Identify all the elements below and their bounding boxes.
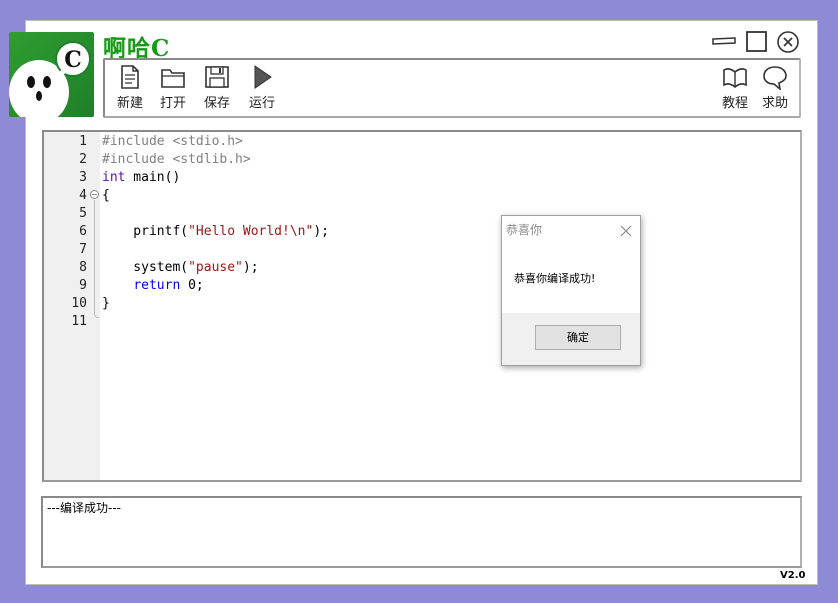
code-line: system("pause");: [102, 259, 259, 277]
code-editor[interactable]: 1 2 3 4 5 6 7 8 9 10 11 − #include <stdi…: [42, 130, 802, 482]
dialog-message: 恭喜你编译成功!: [514, 272, 596, 285]
code-line: #include <stdlib.h>: [102, 152, 251, 167]
toolbar: 新建 打开 保存 运行 教程 求助: [103, 58, 801, 118]
line-number: 11: [71, 314, 87, 329]
help-label: 求助: [761, 96, 788, 111]
line-number: 10: [71, 296, 87, 311]
help-button[interactable]: 求助: [755, 64, 795, 114]
line-number: 9: [79, 278, 87, 293]
code-keyword: return: [133, 278, 181, 293]
save-button[interactable]: 保存: [197, 64, 237, 114]
dialog-close-icon[interactable]: [620, 222, 632, 237]
line-number: 5: [79, 206, 87, 221]
code-line: printf("Hello World!\n");: [102, 223, 329, 241]
code-text: main(): [125, 170, 181, 185]
line-number: 1: [79, 134, 87, 149]
minimize-icon[interactable]: [712, 31, 736, 53]
maximize-icon[interactable]: [745, 31, 769, 53]
code-line: return 0;: [102, 277, 204, 295]
line-number: 8: [79, 260, 87, 275]
fold-guide: [94, 200, 95, 314]
code-text: );: [242, 260, 259, 275]
dialog-title: 恭喜你: [506, 223, 543, 237]
code-line: }: [102, 296, 110, 311]
code-string: "pause": [188, 260, 243, 275]
app-logo: C: [9, 32, 94, 117]
fold-toggle-icon[interactable]: −: [90, 190, 99, 199]
code-text: );: [313, 224, 329, 239]
code-text: system(: [102, 260, 189, 275]
close-icon[interactable]: [776, 31, 800, 53]
tutorial-label: 教程: [721, 96, 748, 111]
code-line: #include <stdio.h>: [102, 134, 243, 149]
open-file-button[interactable]: 打开: [153, 64, 193, 114]
version-label: V2.0: [780, 570, 806, 581]
code-text: 0;: [180, 278, 204, 293]
new-file-icon: [121, 65, 139, 89]
new-file-label: 新建: [116, 96, 143, 111]
new-file-button[interactable]: 新建: [110, 64, 150, 114]
dialog-footer: 确定: [502, 313, 640, 365]
line-number: 4: [79, 188, 87, 203]
run-label: 运行: [248, 96, 275, 111]
save-icon: [205, 66, 229, 88]
save-label: 保存: [203, 96, 230, 111]
success-dialog: 恭喜你 恭喜你编译成功! 确定: [501, 215, 641, 366]
run-icon: [254, 65, 272, 89]
output-text: ---编译成功---: [47, 501, 121, 515]
code-string: "Hello World!\n": [188, 224, 314, 239]
folder-icon: [161, 69, 185, 88]
line-number: 3: [79, 170, 87, 185]
open-file-label: 打开: [159, 96, 186, 111]
code-line: {: [102, 188, 110, 203]
output-panel[interactable]: ---编译成功---: [41, 496, 802, 568]
line-number: 6: [79, 224, 87, 239]
code-line: int main(): [102, 169, 180, 187]
code-keyword: int: [102, 170, 126, 185]
run-button[interactable]: 运行: [242, 64, 282, 114]
line-number: 7: [79, 242, 87, 257]
fold-guide-end: [94, 313, 99, 318]
svg-text:C: C: [64, 47, 82, 73]
line-number-gutter: 1 2 3 4 5 6 7 8 9 10 11: [44, 132, 100, 480]
tutorial-button[interactable]: 教程: [715, 64, 755, 114]
ok-button[interactable]: 确定: [535, 325, 621, 350]
code-text: printf(: [102, 224, 189, 239]
line-number: 2: [79, 152, 87, 167]
speech-bubble-icon: [763, 66, 787, 90]
book-icon: [723, 68, 747, 89]
